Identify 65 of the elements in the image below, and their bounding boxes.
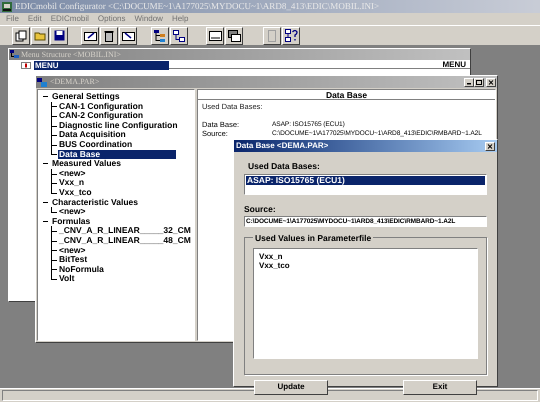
maximize-button[interactable] <box>474 78 484 86</box>
help-button[interactable] <box>282 26 300 44</box>
tree-item[interactable]: CAN-2 Configuration <box>58 111 144 121</box>
window-button[interactable] <box>206 26 224 44</box>
tree-item[interactable]: _CNV_A_R_LINEAR_____48_CM <box>58 236 192 246</box>
tree-item[interactable]: Data Acquisition <box>58 130 127 140</box>
tree-item[interactable]: Volt <box>58 274 76 284</box>
tree-item[interactable]: Characteristic Values <box>51 198 139 208</box>
tree-item[interactable]: <new> <box>58 246 86 256</box>
new-file-button[interactable] <box>12 26 30 44</box>
close-icon <box>488 80 494 84</box>
dialog-title: Data Base <DEMA.PAR> <box>236 140 330 152</box>
maximize-icon <box>476 80 482 84</box>
list-label: Used Data Bases: <box>248 160 321 173</box>
tree-item[interactable]: <new> <box>58 207 86 217</box>
tree-item[interactable]: General Settings <box>51 92 121 102</box>
list-item[interactable]: Vxx_n <box>259 252 477 260</box>
tree-view-button[interactable] <box>151 26 169 44</box>
tree-item[interactable]: Measured Values <box>51 159 122 169</box>
update-button[interactable]: Update <box>254 380 328 394</box>
close-button[interactable] <box>486 78 496 86</box>
edit-button[interactable] <box>81 26 99 44</box>
tree-item[interactable]: BUS Coordination <box>58 140 134 150</box>
window-title: EDICmobil Configurator <C:\DOCUME~1\A177025\MYDOCU~1\ARD8_413\EDIC\MOBIL.INI> <box>15 0 380 13</box>
document-icon <box>268 30 276 42</box>
tree-icon <box>154 30 166 42</box>
column-header: MENU <box>169 60 470 69</box>
list-item[interactable]: Vxx_tco <box>259 260 477 270</box>
window-title: <DEMA.PAR> <box>50 76 100 88</box>
tree-item[interactable]: Vxx_tco <box>58 188 93 198</box>
window-icon <box>208 30 222 40</box>
folder-icon <box>34 30 46 41</box>
open-button[interactable] <box>31 26 49 44</box>
panel-header: Data Base <box>198 90 495 100</box>
network-button[interactable] <box>170 26 188 44</box>
help-icon <box>284 29 298 42</box>
save-icon <box>54 30 64 41</box>
bin-icon <box>104 30 114 42</box>
windows-icon <box>228 30 240 42</box>
menu-node[interactable]: MENU <box>34 61 169 70</box>
tree-item[interactable]: Data Base <box>58 150 176 160</box>
documents-icon <box>15 30 27 42</box>
window-title: Menu Structure <MOBIL.INI> <box>21 48 121 60</box>
tree-icon <box>10 50 19 59</box>
delete-button[interactable] <box>100 26 118 44</box>
tree-item[interactable]: BitTest <box>58 255 88 265</box>
network-icon <box>173 30 185 42</box>
minimize-button[interactable] <box>464 78 474 86</box>
field-label: Source: <box>244 202 277 216</box>
tree-item[interactable]: <new> <box>58 168 86 178</box>
exit-button[interactable]: Exit <box>403 380 477 394</box>
tree-item[interactable]: NoFormula <box>58 264 105 274</box>
tree-item[interactable]: Formulas <box>51 216 92 226</box>
group-title: Used Values in Parameterfile <box>253 232 374 244</box>
tree-item[interactable]: Diagnostic line Configuration <box>58 120 179 130</box>
windows-button[interactable] <box>225 26 243 44</box>
tree-item[interactable]: CAN-1 Configuration <box>58 102 144 112</box>
window-icon <box>37 78 47 86</box>
close-button[interactable] <box>485 142 495 150</box>
tree-item[interactable]: Vxx_n <box>58 178 86 188</box>
close-icon <box>487 144 493 148</box>
tree-item[interactable]: _CNV_A_R_LINEAR_____32_CM <box>58 226 192 236</box>
export-button[interactable] <box>119 26 137 44</box>
list-item[interactable]: ASAP: ISO15765 (ECU1) <box>246 176 485 185</box>
save-button[interactable] <box>50 26 68 44</box>
